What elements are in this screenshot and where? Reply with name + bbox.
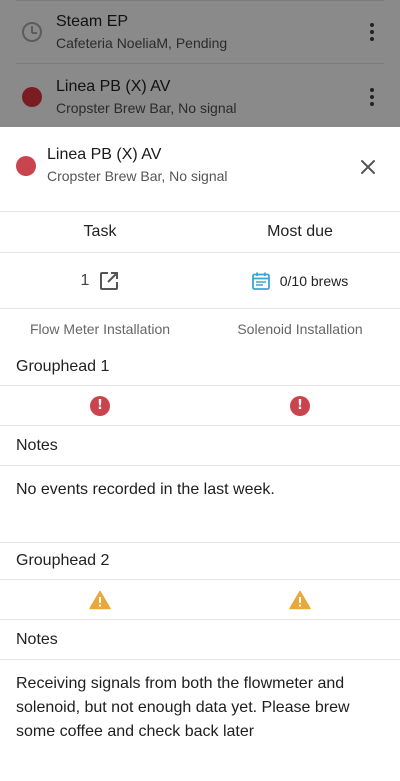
- task-count-cell[interactable]: 1: [0, 253, 200, 308]
- warning-icon: [289, 590, 311, 609]
- calendar-icon: [251, 272, 270, 290]
- stats-row: 1 0/10 brews: [0, 253, 400, 309]
- device-list-background: Steam EP Cafeteria NoeliaM, Pending Line…: [0, 0, 400, 130]
- list-item-title: Linea PB (X) AV: [56, 78, 171, 95]
- grouphead-1-notes-label: Notes: [0, 426, 400, 466]
- device-detail-sheet: Linea PB (X) AV Cropster Brew Bar, No si…: [0, 127, 400, 781]
- status-dot-icon: [16, 156, 36, 176]
- grouphead-1-status-row: ! !: [0, 386, 400, 426]
- list-item-subtitle: Cafeteria NoeliaM, Pending: [56, 35, 228, 51]
- columns-header: Task Most due: [0, 212, 400, 253]
- list-item-subtitle: Cropster Brew Bar, No signal: [56, 100, 237, 116]
- list-item[interactable]: Steam EP Cafeteria NoeliaM, Pending: [16, 0, 384, 64]
- clock-icon: [22, 22, 42, 42]
- task-count: 1: [80, 271, 90, 289]
- task-column-header: Task: [83, 223, 117, 240]
- list-item-title: Steam EP: [56, 13, 129, 30]
- grouphead-1-notes: No events recorded in the last week.: [0, 466, 400, 543]
- most-due-name: Solenoid Installation: [237, 321, 363, 337]
- labels-row: Flow Meter Installation Solenoid Install…: [0, 309, 400, 349]
- grouphead-2-notes-label: Notes: [0, 620, 400, 660]
- list-item[interactable]: Linea PB (X) AV Cropster Brew Bar, No si…: [16, 65, 384, 129]
- grouphead-2-status-row: [0, 580, 400, 620]
- device-subtitle: Cropster Brew Bar, No signal: [47, 168, 228, 184]
- more-options-icon[interactable]: [360, 88, 384, 106]
- task-name: Flow Meter Installation: [29, 321, 171, 337]
- more-options-icon[interactable]: [360, 23, 384, 41]
- warning-icon: [89, 590, 111, 609]
- grouphead-1-title: Grouphead 1: [0, 349, 400, 386]
- close-icon[interactable]: [356, 155, 380, 179]
- grouphead-2-title: Grouphead 2: [0, 543, 400, 580]
- sheet-header: Linea PB (X) AV Cropster Brew Bar, No si…: [0, 127, 400, 212]
- device-title: Linea PB (X) AV: [47, 146, 162, 163]
- error-alert-icon: !: [290, 395, 310, 416]
- error-alert-icon: !: [90, 395, 110, 416]
- status-dot-icon: [22, 87, 42, 107]
- most-due-value: 0/10 brews: [279, 272, 349, 289]
- most-due-column-header: Most due: [267, 223, 333, 240]
- most-due-cell: 0/10 brews: [200, 253, 400, 308]
- grouphead-2-notes: Receiving signals from both the flowmete…: [16, 675, 350, 740]
- open-external-icon[interactable]: [99, 271, 119, 291]
